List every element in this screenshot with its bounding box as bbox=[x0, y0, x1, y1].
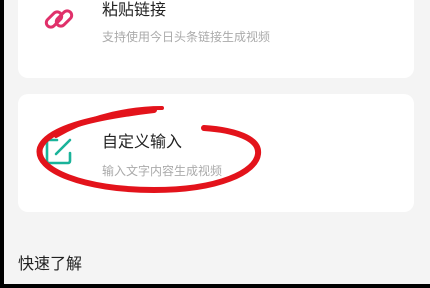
custom-input-subtitle: 输入文字内容生成视频 bbox=[102, 164, 223, 178]
edit-icon bbox=[45, 138, 72, 165]
link-icon bbox=[44, 9, 74, 29]
paste-link-title: 粘贴链接 bbox=[102, 0, 167, 19]
paste-link-subtitle: 支持使用今日头条链接生成视频 bbox=[102, 30, 271, 44]
paste-link-option[interactable]: 粘贴链接 支持使用今日头条链接生成视频 bbox=[18, 0, 414, 78]
quick-intro-heading: 快速了解 bbox=[18, 254, 83, 273]
custom-input-option[interactable]: 自定义输入 输入文字内容生成视频 bbox=[18, 94, 414, 212]
custom-input-title: 自定义输入 bbox=[102, 132, 183, 151]
screen: 粘贴链接 支持使用今日头条链接生成视频 自定义输入 输入文字内容生成视频 快速了… bbox=[4, 0, 430, 284]
